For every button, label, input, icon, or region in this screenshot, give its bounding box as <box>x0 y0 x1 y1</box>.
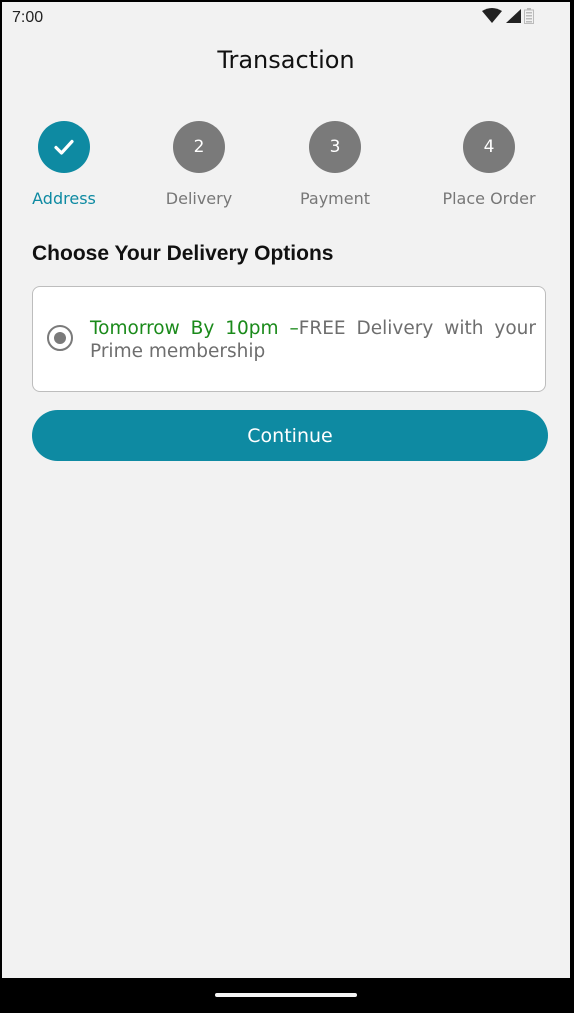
continue-button[interactable]: Continue <box>32 410 548 461</box>
step-label: Payment <box>299 189 371 208</box>
app-screen: 7:00 Transaction Address 2 Delivery 3 Pa… <box>2 2 570 978</box>
step-circle: 3 <box>309 121 361 173</box>
delivery-option-text: Tomorrow By 10pm –FREE Delivery with you… <box>90 317 536 363</box>
radio-button-selected[interactable] <box>47 325 73 351</box>
check-icon <box>54 139 74 155</box>
step-payment[interactable]: 3 Payment <box>275 121 395 208</box>
delivery-option-card[interactable]: Tomorrow By 10pm –FREE Delivery with you… <box>32 286 546 392</box>
step-place-order[interactable]: 4 Place Order <box>429 121 549 208</box>
step-circle-completed <box>38 121 90 173</box>
system-nav-bar <box>0 978 574 1013</box>
step-address[interactable]: Address <box>4 121 124 208</box>
step-label: Address <box>32 189 96 208</box>
checkout-stepper: Address 2 Delivery 3 Payment 4 Place Ord… <box>2 2 570 232</box>
delivery-option-separator: – <box>278 318 299 339</box>
delivery-option-highlight: Tomorrow By 10pm <box>90 318 279 339</box>
step-circle: 4 <box>463 121 515 173</box>
radio-dot <box>54 332 66 344</box>
step-label: Delivery <box>165 189 233 208</box>
step-delivery[interactable]: 2 Delivery <box>139 121 259 208</box>
delivery-options-heading: Choose Your Delivery Options <box>32 242 334 265</box>
step-label: Place Order <box>442 189 536 208</box>
step-circle: 2 <box>173 121 225 173</box>
home-indicator[interactable] <box>215 993 357 997</box>
